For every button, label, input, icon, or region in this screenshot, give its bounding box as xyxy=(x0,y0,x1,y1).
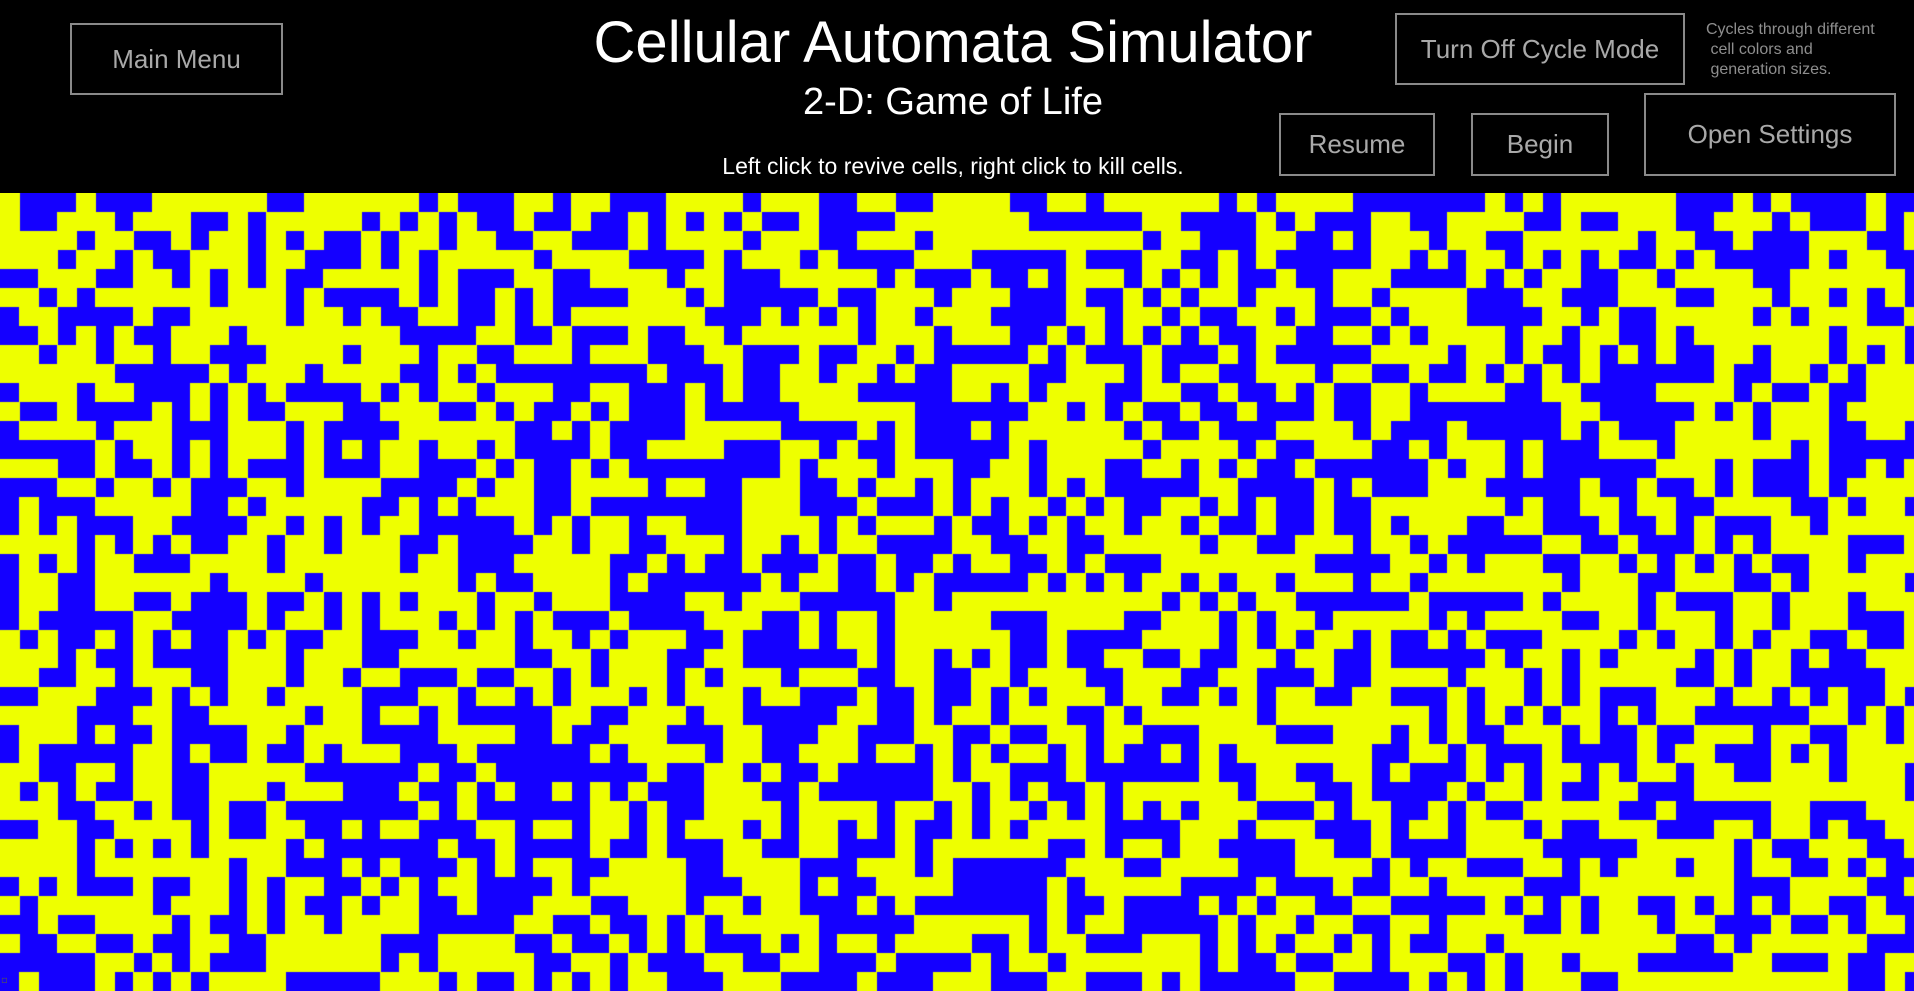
page-subtitle: 2-D: Game of Life xyxy=(803,81,1103,123)
cell-grid-canvas[interactable] xyxy=(0,193,1914,991)
cycle-description-line: cell colors and xyxy=(1706,41,1813,58)
resume-button[interactable]: Resume xyxy=(1279,113,1435,176)
cycle-description-line: Cycles through different xyxy=(1706,21,1875,38)
cell-grid[interactable] xyxy=(0,193,1914,991)
cycle-description-line: generation sizes. xyxy=(1706,61,1832,78)
cycle-mode-description: Cycles through different cell colors and… xyxy=(1706,20,1906,80)
corner-glyph-icon: ▫ xyxy=(1,975,8,986)
cycle-mode-toggle-button[interactable]: Turn Off Cycle Mode xyxy=(1395,13,1685,85)
header-bar: Main Menu Cellular Automata Simulator 2-… xyxy=(0,0,1914,193)
instructions-text: Left click to revive cells, right click … xyxy=(722,153,1184,179)
begin-button[interactable]: Begin xyxy=(1471,113,1609,176)
open-settings-button[interactable]: Open Settings xyxy=(1644,93,1896,176)
